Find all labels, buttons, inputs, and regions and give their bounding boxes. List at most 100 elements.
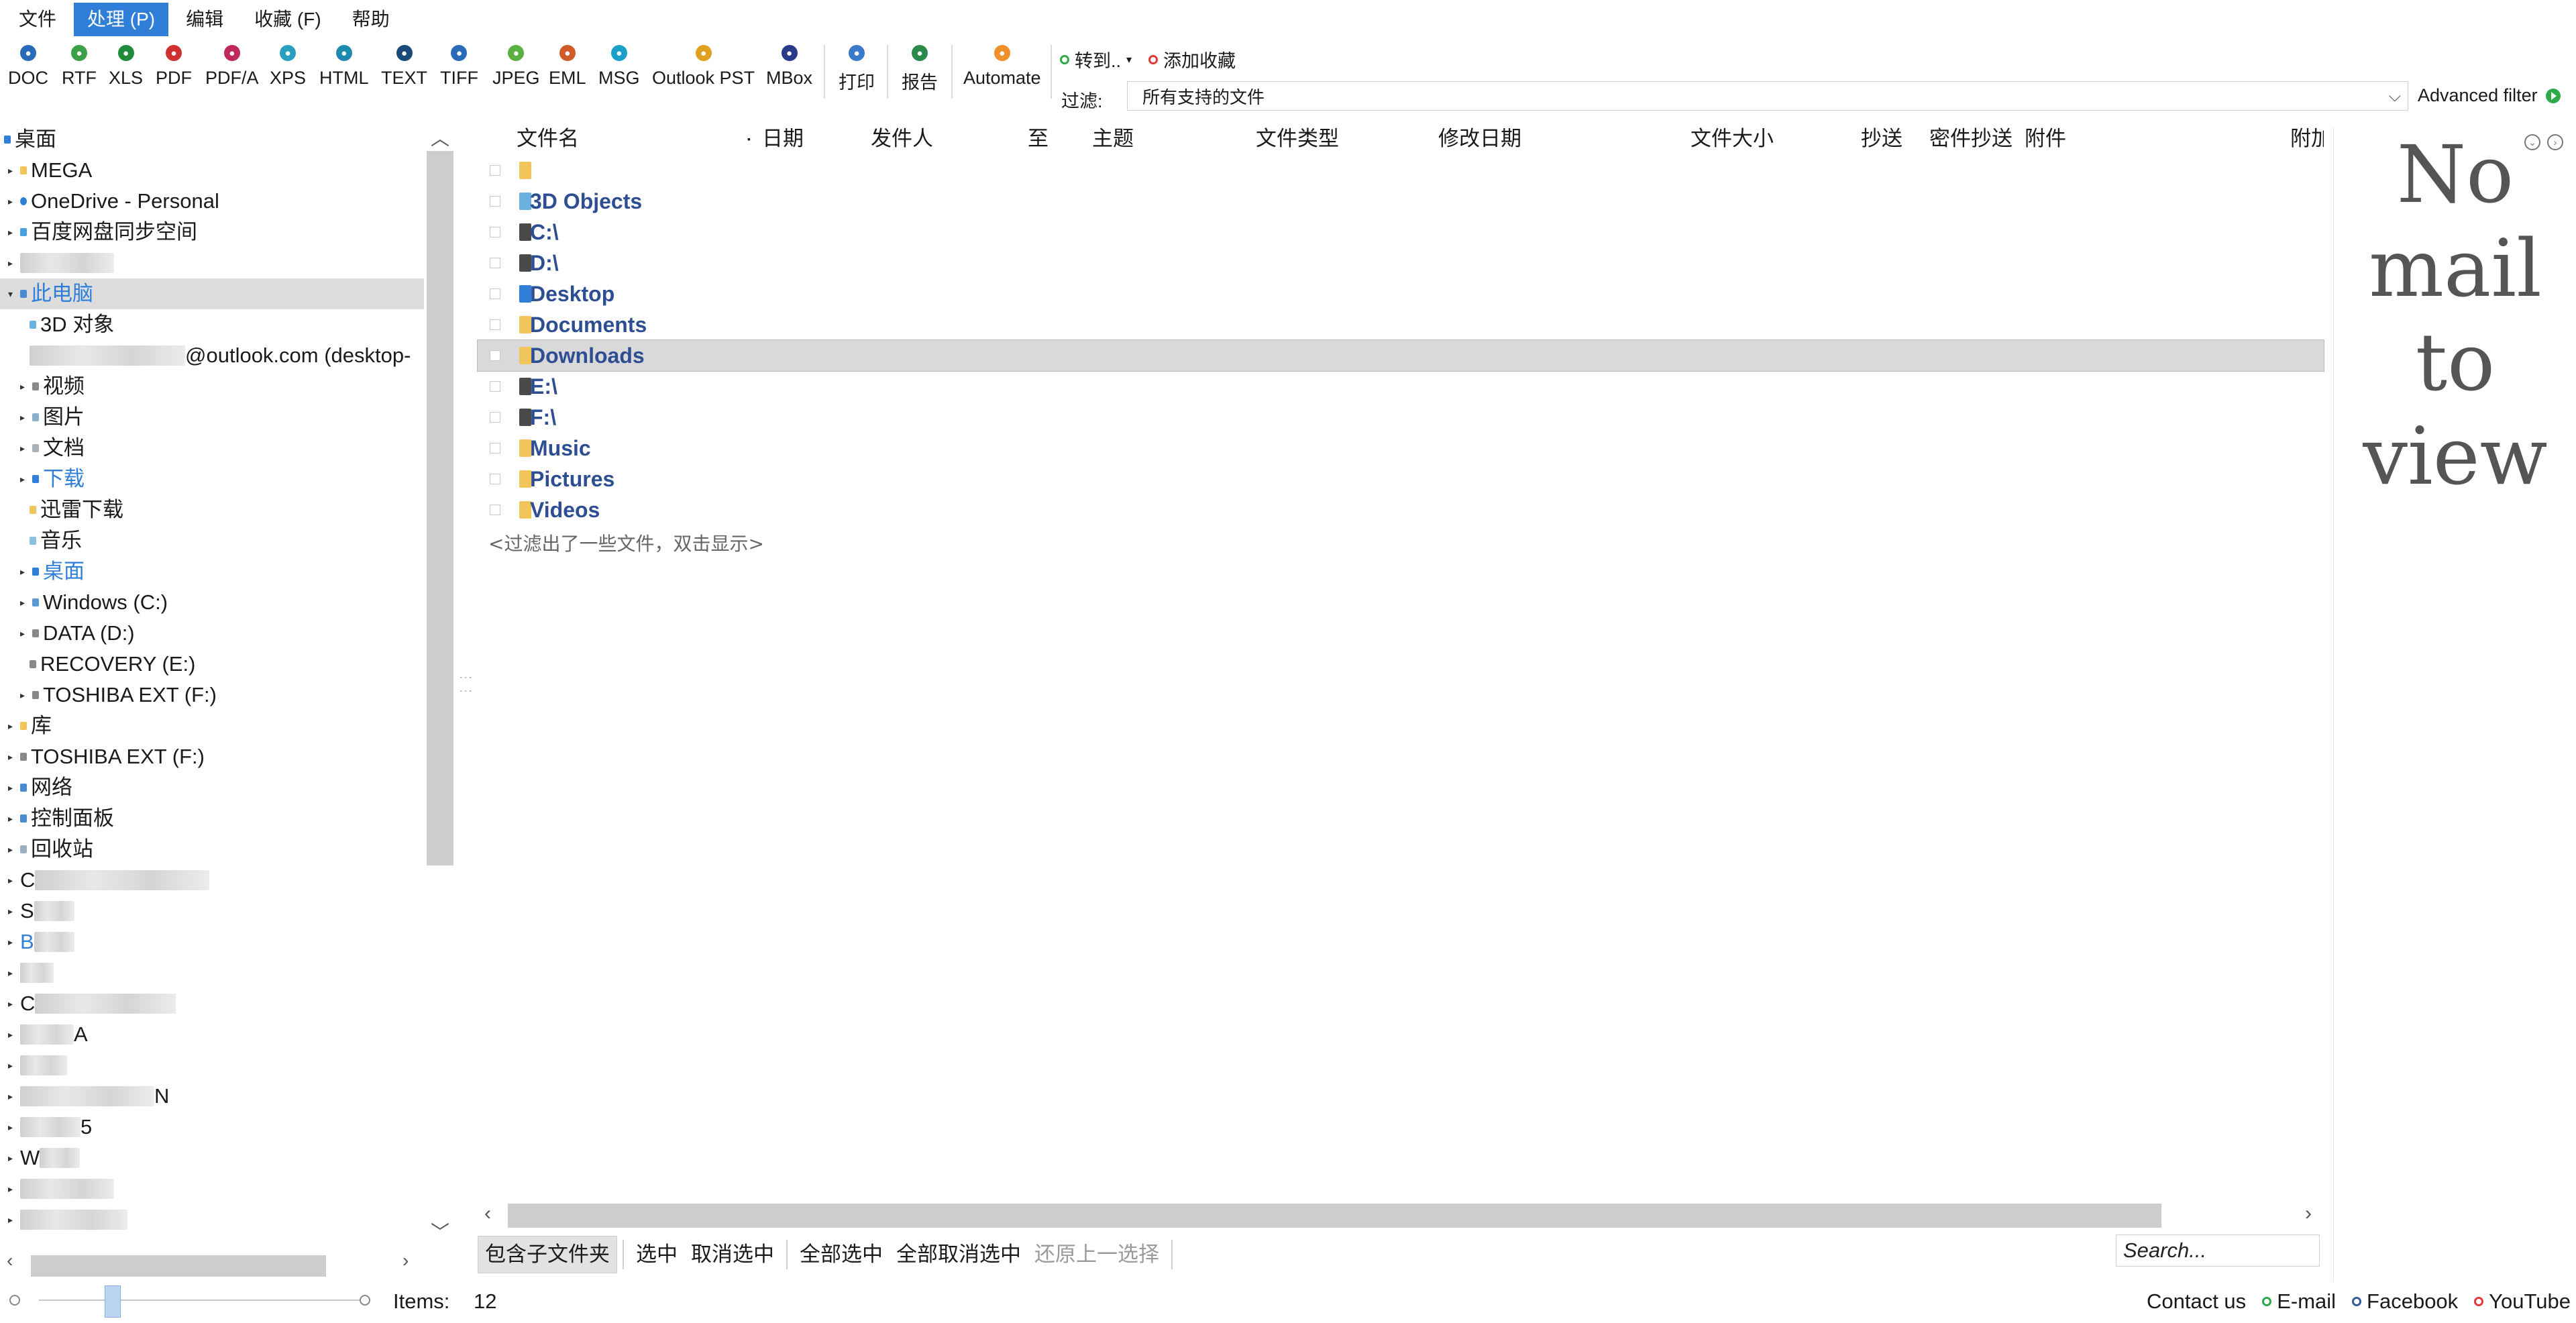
tree-item-redacted[interactable]: ▸	[8, 248, 114, 278]
export-pdf-button[interactable]: ● PDF	[156, 45, 192, 89]
panel-splitter[interactable]: ⋮⋮	[458, 671, 473, 725]
chevron-up-icon[interactable]: ︿	[431, 124, 449, 151]
tree-item-desktop-root[interactable]: 桌面	[4, 124, 56, 155]
export-msg-button[interactable]: ● MSG	[598, 45, 640, 89]
tree-item[interactable]: ▸ 控制面板	[8, 803, 114, 834]
tree-item[interactable]: ▸ 下载	[20, 464, 85, 494]
tree-vertical-scrollbar[interactable]: ︿ ﹀	[424, 124, 453, 1251]
report-button[interactable]: ● 报告	[902, 45, 938, 94]
scrollbar-thumb[interactable]	[31, 1255, 326, 1277]
tree-item-redacted[interactable]: ▸	[8, 957, 54, 988]
tree-item-redacted[interactable]: ▸ N	[8, 1081, 169, 1112]
email-link[interactable]: E-mail	[2277, 1289, 2336, 1314]
tree-item[interactable]: ▸ OneDrive - Personal	[8, 186, 219, 217]
list-item[interactable]: E:\	[478, 371, 2324, 402]
tree-item[interactable]: ▸ 库	[8, 710, 52, 741]
tree-item-redacted[interactable]: ▸ B	[8, 927, 74, 957]
export-outlook-pst-button[interactable]: ● Outlook PST	[652, 45, 755, 89]
tree-item[interactable]: ▸ 桌面	[20, 556, 85, 587]
automate-button[interactable]: ● Automate	[963, 45, 1041, 89]
column-header-subject[interactable]: 主题	[1092, 124, 1134, 154]
print-button[interactable]: ● 打印	[839, 45, 875, 94]
row-checkbox[interactable]	[490, 381, 500, 392]
list-item[interactable]	[478, 155, 2324, 186]
zoom-slider-thumb[interactable]	[105, 1285, 121, 1318]
tree-item[interactable]: ▸ 回收站	[8, 834, 93, 865]
tree-item-redacted[interactable]: ▸	[8, 1173, 114, 1204]
filtered-files-note[interactable]: <过滤出了一些文件，双击显示>	[488, 529, 764, 556]
list-item[interactable]: Music	[478, 433, 2324, 464]
list-item-selected[interactable]: Downloads	[477, 339, 2324, 372]
select-button[interactable]: 选中	[629, 1236, 684, 1273]
tree-item-redacted[interactable]: ▸	[8, 1050, 67, 1081]
column-header-bcc[interactable]: 密件抄送	[1929, 124, 2012, 154]
column-header-extra[interactable]: 附加	[2290, 124, 2324, 154]
column-header-file-type[interactable]: 文件类型	[1256, 124, 1339, 154]
tree-item[interactable]: @outlook.com (desktop-	[30, 340, 411, 371]
tree-item[interactable]: ▸ DATA (D:)	[20, 618, 135, 649]
menu-favorites[interactable]: 收藏 (F)	[241, 3, 335, 36]
tree-item[interactable]: ▸ 文档	[20, 433, 85, 464]
chevron-right-icon[interactable]: ›	[402, 1250, 409, 1271]
menu-process[interactable]: 处理 (P)	[74, 2, 169, 36]
export-pdfa-button[interactable]: ● PDF/A	[205, 45, 259, 89]
tree-item[interactable]: ▸ MEGA	[8, 155, 92, 186]
tree-item[interactable]: ▸ TOSHIBA EXT (F:)	[20, 680, 217, 710]
tree-item-redacted[interactable]: ▸ S	[8, 896, 74, 927]
list-horizontal-scrollbar[interactable]: ‹ ›	[478, 1202, 2324, 1229]
chevron-right-icon[interactable]: ›	[2305, 1202, 2312, 1225]
tree-item-redacted[interactable]: ▸ 5	[8, 1112, 92, 1143]
export-xps-button[interactable]: ● XPS	[270, 45, 306, 89]
tree-item-redacted[interactable]: ▸ C	[8, 865, 210, 896]
column-header-to[interactable]: 至	[1028, 124, 1049, 154]
export-eml-button[interactable]: ● EML	[549, 45, 586, 89]
tree-item[interactable]: ▸ 图片	[20, 402, 85, 433]
list-item[interactable]: D:\	[478, 248, 2324, 278]
column-header-modified[interactable]: 修改日期	[1438, 124, 1521, 154]
goto-button[interactable]: 转到.. ▾	[1060, 46, 1132, 72]
export-html-button[interactable]: ● HTML	[319, 45, 369, 89]
deselect-button[interactable]: 取消选中	[684, 1236, 781, 1273]
list-item[interactable]: F:\	[478, 402, 2324, 433]
tree-item[interactable]: 音乐	[30, 525, 82, 556]
tree-item[interactable]: ▸ 视频	[20, 371, 85, 402]
restore-selection-button[interactable]: 还原上一选择	[1028, 1236, 1166, 1273]
export-rtf-button[interactable]: ● RTF	[62, 45, 97, 89]
menu-edit[interactable]: 编辑	[172, 3, 237, 36]
zoom-out-icon[interactable]	[9, 1295, 20, 1306]
column-header-date[interactable]: 日期	[762, 124, 804, 154]
column-header-file-size[interactable]: 文件大小	[1690, 124, 1774, 154]
row-checkbox[interactable]	[490, 288, 500, 299]
list-item[interactable]: Documents	[478, 309, 2324, 340]
menu-file[interactable]: 文件	[5, 3, 70, 36]
youtube-link[interactable]: YouTube	[2489, 1289, 2571, 1314]
chevron-down-icon[interactable]: ﹀	[431, 1218, 449, 1245]
tree-item[interactable]: 迅雷下载	[30, 494, 123, 525]
row-checkbox[interactable]	[490, 474, 500, 484]
column-header-cc[interactable]: 抄送	[1861, 124, 1902, 154]
export-xls-button[interactable]: ● XLS	[109, 45, 143, 89]
row-checkbox[interactable]	[490, 412, 500, 423]
row-checkbox[interactable]	[490, 505, 500, 515]
export-jpeg-button[interactable]: ● JPEG	[492, 45, 540, 89]
tree-item-redacted[interactable]: ▸ W	[8, 1143, 80, 1173]
tree-item[interactable]: RECOVERY (E:)	[30, 649, 195, 680]
advanced-filter-button[interactable]: Advanced filter	[2418, 85, 2561, 106]
facebook-link[interactable]: Facebook	[2367, 1289, 2458, 1314]
list-item[interactable]: Pictures	[478, 464, 2324, 494]
menu-help[interactable]: 帮助	[339, 3, 403, 36]
column-header-attachments[interactable]: 附件	[2025, 124, 2066, 154]
scrollbar-thumb[interactable]	[427, 151, 453, 865]
tree-item-redacted[interactable]: ▸ A	[8, 1019, 88, 1050]
tree-item-redacted[interactable]: ▸ C	[8, 988, 176, 1019]
export-mbox-button[interactable]: ● MBox	[766, 45, 812, 89]
row-checkbox[interactable]	[490, 196, 500, 207]
chevron-left-icon[interactable]: ‹	[484, 1202, 491, 1225]
column-header-from[interactable]: 发件人	[871, 124, 933, 154]
tree-item[interactable]: ▸ Windows (C:)	[20, 587, 168, 618]
deselect-all-button[interactable]: 全部取消选中	[890, 1236, 1028, 1273]
chevron-left-icon[interactable]: ‹	[7, 1250, 13, 1271]
tree-item[interactable]: ▸ 百度网盘同步空间	[8, 217, 197, 248]
tree-item[interactable]: 3D 对象	[30, 309, 114, 340]
tree-item[interactable]: ▸ 网络	[8, 772, 72, 803]
